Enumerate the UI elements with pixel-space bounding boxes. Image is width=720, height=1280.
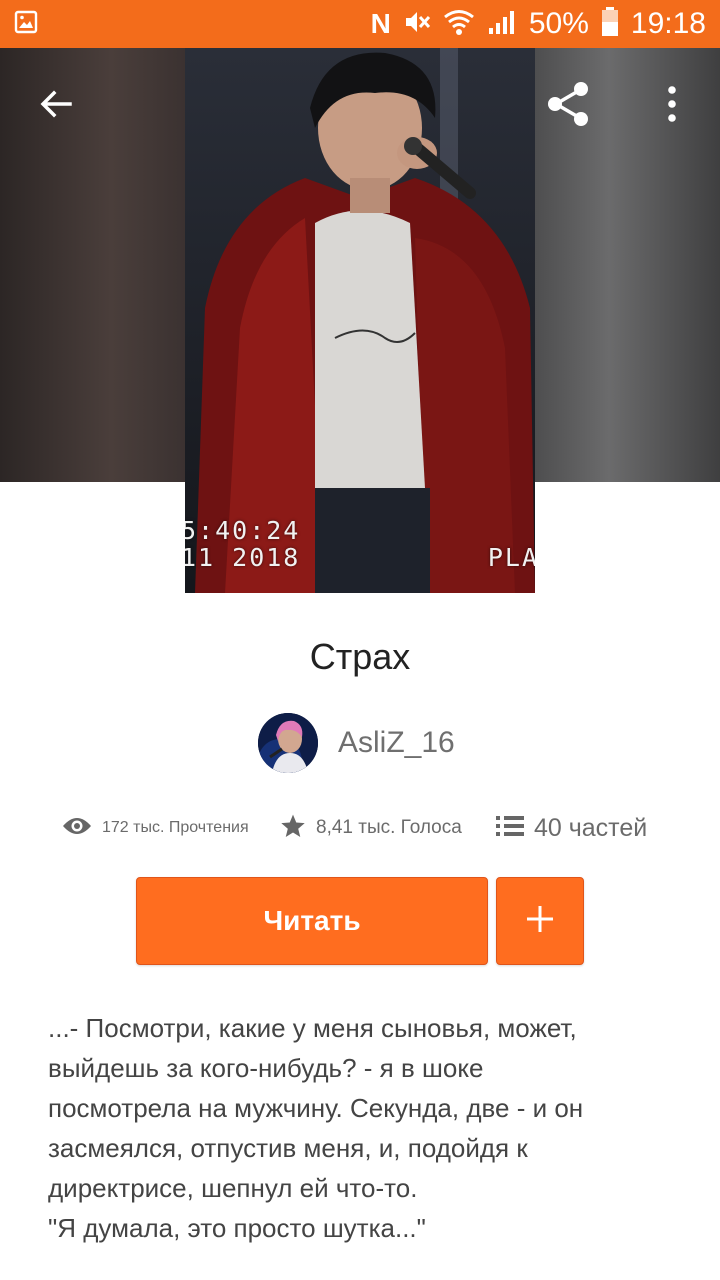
more-options-button[interactable] — [644, 78, 700, 134]
description-line: выйдешь за кого-нибудь? - я в шоке — [48, 1053, 484, 1083]
n-icon: N — [370, 8, 391, 39]
status-bar: N 50% 19:18 — [0, 0, 720, 48]
description-line: директрисе, шепнул ей что-то. — [48, 1173, 418, 1203]
back-button[interactable] — [28, 78, 84, 134]
share-button[interactable] — [540, 78, 596, 134]
list-icon — [496, 815, 524, 842]
description-line: "Я думала, это просто шутка..." — [48, 1213, 426, 1243]
author-link[interactable]: AsliZ_16 — [258, 713, 455, 773]
share-icon — [543, 79, 593, 134]
read-button-label: Читать — [263, 905, 361, 936]
parts-count[interactable]: 40 частей — [534, 814, 647, 843]
description-line: ...- Посмотри, какие у меня сыновья, мож… — [48, 1013, 577, 1043]
battery-icon — [601, 6, 619, 42]
read-button[interactable]: Читать — [136, 877, 488, 965]
story-cover-image[interactable]: 5:40:24 11 2018 PLA — [185, 48, 535, 593]
votes-stat: 8,41 тыс. Голоса — [280, 808, 462, 848]
votes-count: 8,41 тыс. Голоса — [316, 817, 462, 838]
clock: 19:18 — [630, 7, 706, 40]
battery-percent: 50% — [528, 7, 589, 40]
author-avatar[interactable] — [258, 713, 318, 773]
story-title: Страх — [309, 636, 411, 677]
more-vert-icon — [666, 85, 678, 127]
signal-icon — [487, 8, 517, 41]
back-arrow-icon — [38, 86, 74, 127]
star-icon — [280, 813, 306, 844]
cover-overlay-date: 11 2018 — [185, 543, 301, 572]
eye-icon — [62, 816, 92, 841]
story-stats: 172 тыс. Прочтения 8,41 тыс. Голоса 40 ч… — [62, 808, 682, 848]
cover-illustration — [185, 48, 535, 593]
author-name[interactable]: AsliZ_16 — [338, 726, 455, 760]
add-to-library-button[interactable] — [496, 877, 584, 965]
story-description: ...- Посмотри, какие у меня сыновья, мож… — [48, 1008, 688, 1248]
parts-stat[interactable]: 40 частей — [496, 808, 647, 848]
plus-icon — [525, 904, 555, 939]
reads-count: 172 тыс. Прочтения — [102, 819, 249, 836]
wifi-icon — [443, 8, 475, 41]
reads-stat: 172 тыс. Прочтения — [62, 808, 249, 848]
gallery-notification-icon — [14, 10, 38, 34]
cover-overlay-play: PLA — [487, 543, 535, 572]
mute-icon — [403, 8, 431, 41]
cover-overlay-time: 5:40:24 — [185, 516, 301, 545]
description-line: посмотрела на мужчину. Секунда, две - и … — [48, 1093, 584, 1123]
description-line: засмеялся, отпустив меня, и, подойдя к — [48, 1133, 528, 1163]
